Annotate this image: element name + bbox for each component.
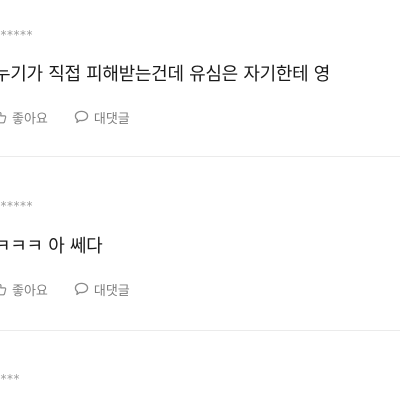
reply-label: 대댓글 (93, 283, 130, 299)
comment-divider (0, 156, 400, 157)
comment-author: ****** (0, 199, 33, 213)
comment-text: ㅋㅋㅋ 아 쎄다 (0, 236, 103, 257)
comment-divider (0, 330, 400, 331)
speech-bubble-icon (74, 110, 89, 124)
thumbs-up-icon (0, 111, 7, 124)
reply-label: 대댓글 (93, 111, 130, 127)
like-button[interactable]: 좋아요 (0, 280, 48, 299)
comment-author: **** (0, 372, 20, 386)
comment-text: 누기가 직접 피해받는건데 유심은 자기한테 영 (0, 64, 331, 85)
like-button[interactable]: 좋아요 (0, 108, 48, 127)
comment-author: ****** (0, 28, 33, 42)
reply-button[interactable]: 대댓글 (74, 280, 130, 299)
like-label: 좋아요 (12, 111, 48, 127)
thumbs-up-icon (0, 283, 7, 296)
like-label: 좋아요 (12, 283, 48, 299)
reply-button[interactable]: 대댓글 (74, 108, 130, 127)
comment-actions: 좋아요 대댓글 (0, 279, 130, 299)
comment-actions: 좋아요 대댓글 (0, 107, 130, 127)
speech-bubble-icon (74, 282, 89, 296)
